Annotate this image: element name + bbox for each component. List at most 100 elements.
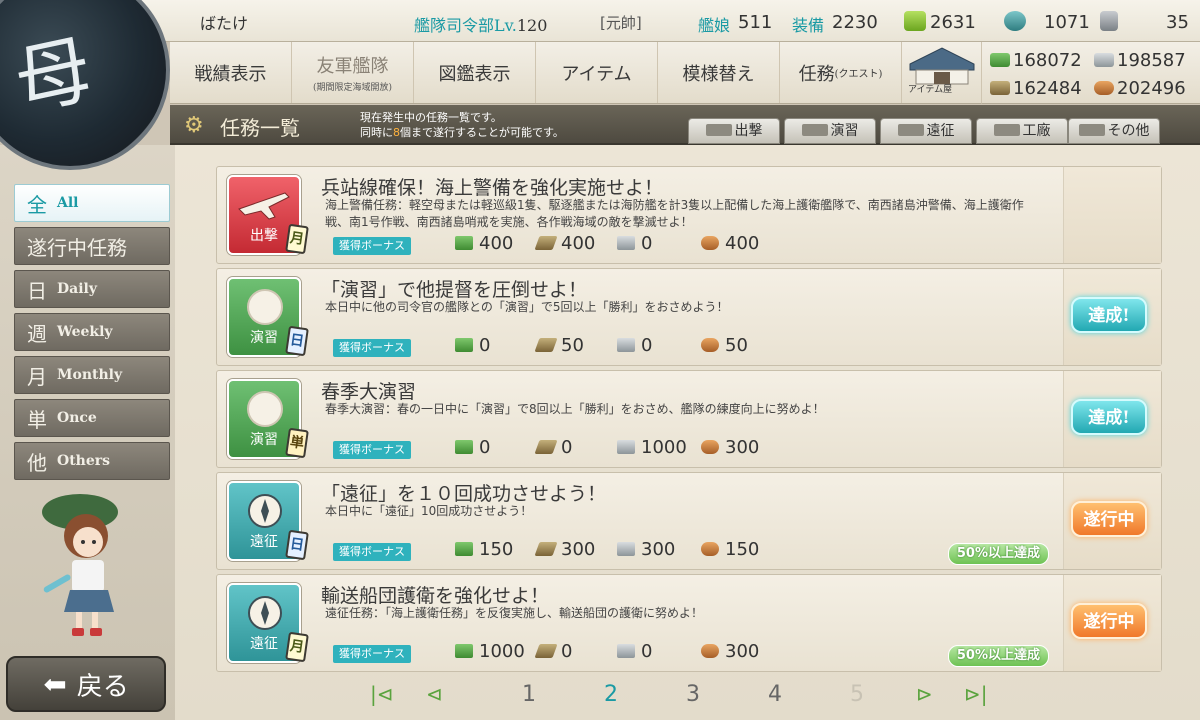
dev-material-icon [1004, 11, 1026, 31]
quest-row[interactable]: 演習 日 「演習」で他提督を圧倒せよ！ 本日中に他の司令官の艦隊との「演習」で5… [216, 268, 1162, 366]
page-title: 任務一覧 [220, 116, 300, 140]
bonus-tag: 獲得ボーナス [333, 441, 411, 459]
reward-ammo: 300 [534, 539, 595, 560]
steel-resource: 198587 [1094, 50, 1186, 71]
hq-level-label: 艦隊司令部Lv.120 [414, 16, 548, 35]
character-face-icon [247, 289, 283, 325]
quest-row[interactable]: 遠征 日 「遠征」を１０回成功させよう！ 本日中に「遠征」10回成功させよう！ … [216, 472, 1162, 570]
bauxite-resource: 202496 [1094, 78, 1186, 99]
gear-icon: ⚙ [184, 113, 204, 138]
quest-period-tag: 月 [285, 223, 309, 255]
filter-tab-exercise[interactable]: 演習 [784, 118, 876, 144]
reward-steel: 300 [617, 539, 675, 560]
steel-icon [617, 542, 635, 556]
filter-tab-sortie[interactable]: 出撃 [688, 118, 780, 144]
category-monthly[interactable]: 月 Monthly [14, 356, 170, 394]
quest-row[interactable]: 出撃 月 兵站線確保！海上警備を強化実施せよ！ 海上警備任務：軽空母または軽巡級… [216, 166, 1162, 264]
quest-header: ⚙ 任務一覧 現在発生中の任務一覧です。 同時に8個まで遂行することが可能です。… [170, 105, 1200, 145]
nav-quests[interactable]: 任務 (クエスト) [780, 42, 902, 103]
quest-status-in-progress[interactable]: 遂行中 [1071, 501, 1147, 537]
steel-icon [1094, 53, 1114, 67]
reward-bauxite: 300 [701, 437, 759, 458]
quest-period-tag: 日 [285, 529, 309, 561]
prev-page-button[interactable]: ⊲ [426, 682, 443, 706]
category-in-progress[interactable]: 遂行中任務 [14, 227, 170, 265]
character-face-icon [247, 391, 283, 427]
book-icon [1078, 124, 1105, 136]
category-daily[interactable]: 日 Daily [14, 270, 170, 308]
ammo-icon [990, 81, 1010, 95]
last-page-button[interactable]: ⊳| [964, 682, 988, 706]
player-name: ばたけ [200, 14, 249, 33]
item-shop-button[interactable]: アイテム屋 [902, 42, 982, 104]
warship-icon [705, 124, 732, 136]
reward-fuel: 150 [455, 539, 513, 560]
ammo-resource: 162484 [990, 78, 1082, 99]
bauxite-icon [701, 236, 719, 250]
category-weekly[interactable]: 週 Weekly [14, 313, 170, 351]
first-page-button[interactable]: |⊲ [370, 682, 394, 706]
bucket-icon [904, 11, 926, 31]
quest-title: 兵站線確保！海上警備を強化実施せよ！ [321, 177, 664, 199]
fuel-icon [990, 53, 1010, 67]
reward-steel: 0 [617, 335, 652, 356]
bauxite-icon [1094, 81, 1114, 95]
quest-status-column [1063, 167, 1161, 263]
quest-description: 本日中に「遠征」10回成功させよう！ [325, 504, 533, 518]
reward-bauxite: 400 [701, 233, 759, 254]
quest-description: 遠征任務：「海上護衛任務」を反復実施し、輸送船団の護衛に努めよ！ [325, 606, 704, 620]
header-description: 現在発生中の任務一覧です。 同時に8個まで遂行することが可能です。 [360, 111, 564, 139]
quest-row[interactable]: 遠征 月 輸送船団護衛を強化せよ！ 遠征任務：「海上護衛任務」を反復実施し、輸送… [216, 574, 1162, 672]
bauxite-icon [701, 440, 719, 454]
fuel-icon [455, 338, 473, 352]
reward-bauxite: 300 [701, 641, 759, 662]
page-button-5[interactable]: 5 [850, 682, 864, 707]
bonus-tag: 獲得ボーナス [333, 339, 411, 357]
filter-tab-arsenal[interactable]: 工廠 [976, 118, 1068, 144]
back-button[interactable]: ⬅ 戻る [6, 656, 166, 712]
reward-steel: 0 [617, 641, 652, 662]
reward-ammo: 50 [534, 335, 584, 356]
next-page-button[interactable]: ⊳ [916, 682, 933, 706]
page-button-2[interactable]: 2 [604, 682, 618, 707]
reward-steel: 0 [617, 233, 652, 254]
nav-friend-fleet[interactable]: 友軍艦隊 (期間限定海域開放) [292, 42, 414, 103]
resource-panel: 168072 198587 162484 202496 [982, 42, 1200, 104]
quest-status-completed[interactable]: 達成! [1071, 399, 1147, 435]
ammo-icon [534, 236, 558, 250]
nav-records[interactable]: 戦績表示 [170, 42, 292, 103]
nav-encyclopedia[interactable]: 図鑑表示 [414, 42, 536, 103]
reward-fuel: 0 [455, 335, 490, 356]
ammo-icon [534, 338, 558, 352]
character-sprite [42, 494, 118, 636]
category-all[interactable]: 全 All [14, 184, 170, 222]
reward-steel: 1000 [617, 437, 687, 458]
quest-row[interactable]: 演習 単 春季大演習 春季大演習：春の一日中に「演習」で8回以上「勝利」をおさめ… [216, 370, 1162, 468]
fuel-icon [455, 542, 473, 556]
nav-furniture[interactable]: 模様替え [658, 42, 780, 103]
medallion-emblem: 母 [6, 23, 100, 127]
hq-level: 120 [516, 16, 548, 35]
quest-title: 輸送船団護衛を強化せよ！ [321, 585, 550, 607]
quest-status-in-progress[interactable]: 遂行中 [1071, 603, 1147, 639]
steel-icon [617, 644, 635, 658]
bonus-tag: 獲得ボーナス [333, 645, 411, 663]
compass-icon [897, 124, 924, 136]
fuel-icon [455, 440, 473, 454]
category-others[interactable]: 他 Others [14, 442, 170, 480]
main-nav: 戦績表示 友軍艦隊 (期間限定海域開放) 図鑑表示 アイテム 模様替え 任務 (クエ… [170, 42, 902, 104]
nav-items[interactable]: アイテム [536, 42, 658, 103]
fuel-icon [455, 644, 473, 658]
bonus-tag: 獲得ボーナス [333, 237, 411, 255]
bauxite-icon [701, 542, 719, 556]
quest-status-completed[interactable]: 達成! [1071, 297, 1147, 333]
page-button-3[interactable]: 3 [686, 682, 700, 707]
category-once[interactable]: 単 Once [14, 399, 170, 437]
wrench-icon [993, 124, 1020, 136]
page-button-1[interactable]: 1 [522, 682, 536, 707]
dev-material-count: 1071 [1044, 12, 1090, 33]
equip-count: 2230 [832, 12, 878, 33]
page-button-4[interactable]: 4 [768, 682, 782, 707]
filter-tab-expedition[interactable]: 遠征 [880, 118, 972, 144]
filter-tab-other[interactable]: その他 [1068, 118, 1160, 144]
